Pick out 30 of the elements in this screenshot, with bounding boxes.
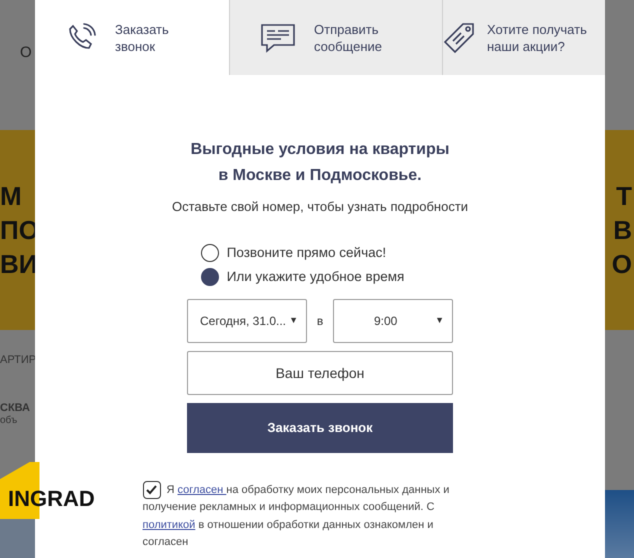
nav-text: О [20, 43, 32, 63]
time-select[interactable]: 9:00 ▼ [333, 299, 453, 343]
radio-option[interactable]: Или укажите удобное время [200, 266, 404, 287]
consent-link[interactable]: согласен [178, 484, 226, 496]
caret-icon: ▼ [289, 314, 298, 328]
dialog-title: Выгодные условия на квартиры [190, 140, 450, 160]
checkbox[interactable] [142, 481, 160, 499]
submit-button[interactable]: Заказать звонок [187, 403, 453, 453]
consent-text: Я согласен на обработку моих персональных данных и получение рекламных и информационных сообщений. С политикой в отношении обработки данных ознакомлен и согласен [142, 481, 472, 552]
check-icon [146, 485, 157, 495]
banner-text: Т [615, 180, 632, 213]
banner-text: М [0, 180, 23, 213]
tab[interactable]: Хотите получать наши акции? [442, 0, 605, 75]
subtitle: Оставьте свой номер, чтобы узнать подробности [172, 198, 468, 216]
tab[interactable]: Отправить сообщение [229, 0, 442, 75]
banner-text: О [612, 248, 632, 281]
dialog-title: в Москве и Подмосковье. [217, 166, 423, 186]
phone-field[interactable]: Ваш телефон [187, 351, 453, 395]
city-caption: объ [0, 414, 18, 428]
consent-link[interactable]: политикой [142, 518, 196, 531]
city-name: СКВА [0, 401, 30, 416]
message-icon [260, 22, 296, 54]
date-select[interactable]: Сегодня, 31.0... ▼ [187, 299, 307, 343]
menu-text: АРТИР [0, 353, 36, 368]
banner-text: ВИ [0, 248, 38, 281]
banner-text: В [612, 214, 632, 247]
tag-icon [443, 22, 475, 54]
connector-text: в [316, 313, 324, 330]
caret-icon: ▼ [435, 314, 444, 328]
radio-option[interactable]: Позвоните прямо сейчас! [200, 242, 404, 263]
